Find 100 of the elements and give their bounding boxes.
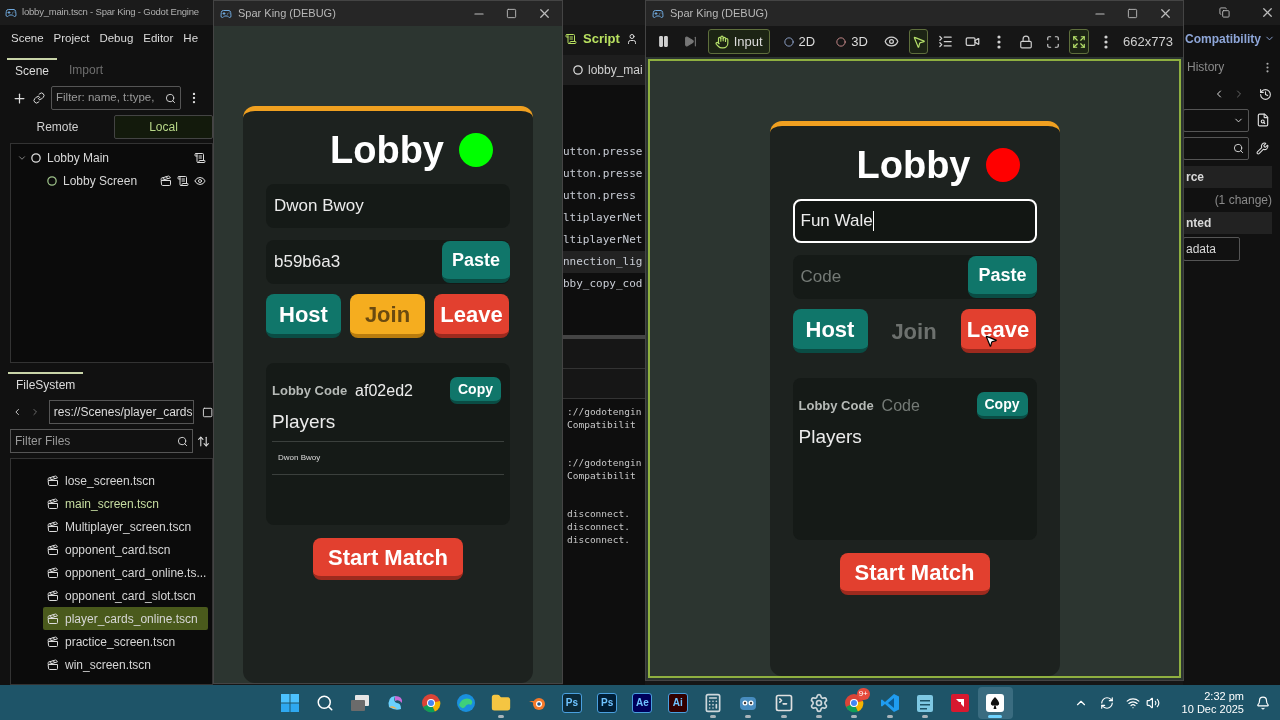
- tree-item[interactable]: Lobby Main: [47, 148, 110, 167]
- join-button[interactable]: Join: [350, 294, 425, 338]
- file-item[interactable]: opponent_card_slot.tscn: [43, 584, 208, 607]
- lobby-code-value[interactable]: af02ed2: [355, 378, 442, 403]
- leave-button[interactable]: Leave: [960, 309, 1036, 353]
- speaker-icon[interactable]: [1145, 695, 1160, 710]
- toolbar-button[interactable]: 3D: [829, 29, 875, 54]
- maximize-icon[interactable]: [1127, 8, 1138, 19]
- start-match-button[interactable]: Start Match: [313, 538, 463, 580]
- code-value[interactable]: b59b6a3: [274, 249, 341, 275]
- wifi-icon[interactable]: [1125, 695, 1140, 710]
- section-header[interactable]: nted: [1183, 212, 1272, 234]
- taskbar-button[interactable]: [977, 686, 1013, 719]
- toolbar-button[interactable]: [1069, 29, 1090, 54]
- paste-button[interactable]: Paste: [968, 256, 1037, 298]
- section-header[interactable]: rce: [1183, 166, 1272, 188]
- name-field[interactable]: Fun Wale: [792, 199, 1037, 243]
- file-item[interactable]: player_cards_online.tscn: [43, 607, 208, 630]
- paste-button[interactable]: Paste: [441, 241, 510, 283]
- node-icon: [31, 152, 41, 163]
- lock-icon: [1018, 34, 1033, 49]
- tools-icon[interactable]: [1256, 141, 1269, 155]
- notification-icon[interactable]: [1256, 695, 1270, 710]
- dock-tab[interactable]: Scene: [7, 58, 58, 82]
- app-tile-button[interactable]: Ai: [660, 686, 696, 719]
- app-tile-button[interactable]: Ps: [589, 686, 625, 719]
- running-indicator: [921, 714, 928, 718]
- task-view-icon: [350, 693, 371, 712]
- running-indicator: [851, 714, 858, 718]
- sort-icon[interactable]: [197, 434, 210, 448]
- output-line: disconnect.: [567, 533, 631, 546]
- scene-icon: [47, 497, 59, 510]
- history-tab[interactable]: History: [1187, 58, 1225, 76]
- close-icon[interactable]: [537, 6, 552, 21]
- file-item[interactable]: win_screen.tscn: [43, 653, 208, 676]
- person-icon: [625, 32, 638, 45]
- node-icon: [47, 175, 57, 186]
- mode-toggle[interactable]: Local: [114, 114, 213, 139]
- taskbar-button[interactable]: 9+: [836, 686, 872, 719]
- file-item[interactable]: opponent_card.tscn: [43, 538, 208, 561]
- logo-tile-icon: [950, 692, 971, 713]
- eye-icon: [194, 174, 206, 187]
- menu-item[interactable]: Scene: [11, 29, 44, 48]
- toolbar-button[interactable]: 2D: [776, 29, 823, 54]
- more-icon: [1104, 34, 1109, 49]
- lobby-code-placeholder[interactable]: Code: [881, 393, 969, 418]
- app-tile-button[interactable]: Ae: [624, 686, 660, 719]
- menu-item[interactable]: Editor: [143, 29, 174, 48]
- scene-icon: [47, 566, 59, 579]
- host-button[interactable]: Host: [792, 309, 868, 353]
- output-line: disconnect.: [567, 520, 631, 533]
- file-item[interactable]: opponent_card_online.ts...: [43, 561, 208, 584]
- node-icon: [573, 65, 583, 75]
- running-indicator: [710, 714, 717, 718]
- toolbar-button[interactable]: Input: [707, 29, 770, 54]
- script-icon: [565, 32, 577, 45]
- close-icon[interactable]: [1260, 5, 1275, 20]
- tree-item[interactable]: Lobby Screen: [63, 171, 138, 190]
- history-icon[interactable]: [1259, 87, 1272, 101]
- path-field[interactable]: res://Scenes/player_cards: [48, 400, 194, 424]
- toolbar-button[interactable]: [908, 29, 929, 54]
- output-line: ://godotengin: [567, 405, 643, 418]
- maximize-icon[interactable]: [506, 8, 517, 19]
- renderer-dropdown[interactable]: Compatibility: [1185, 29, 1261, 48]
- copy-button[interactable]: Copy: [450, 377, 501, 404]
- doc-icon[interactable]: [1256, 113, 1270, 127]
- copy-button[interactable]: Copy: [976, 392, 1028, 419]
- script-tab[interactable]: Script: [583, 28, 620, 49]
- menu-item[interactable]: He: [183, 29, 199, 48]
- app-tile-button[interactable]: Ps: [554, 686, 590, 719]
- dock-tab[interactable]: Import: [61, 58, 112, 82]
- file-item[interactable]: lose_screen.tscn: [43, 469, 208, 492]
- file-item[interactable]: Multiplayer_screen.tscn: [43, 515, 208, 538]
- add-icon[interactable]: [12, 90, 27, 106]
- clock[interactable]: 2:32 pm 10 Dec 2025: [1181, 689, 1244, 716]
- link-icon[interactable]: [33, 92, 45, 104]
- menu-item[interactable]: Project: [53, 29, 90, 48]
- code-placeholder[interactable]: Code: [800, 264, 842, 290]
- dock-tab[interactable]: FileSystem: [8, 372, 84, 396]
- menu-item[interactable]: Debug: [99, 29, 134, 48]
- leave-button[interactable]: Leave: [434, 294, 509, 338]
- close-icon[interactable]: [1158, 6, 1173, 21]
- step-icon: [684, 35, 698, 48]
- folder-icon: [491, 692, 512, 713]
- name-field[interactable]: Dwon Bwoy: [266, 184, 510, 228]
- scene-icon: [47, 658, 59, 671]
- camera-icon: [964, 34, 980, 49]
- start-match-button[interactable]: Start Match: [839, 553, 990, 595]
- restore-icon[interactable]: [1219, 7, 1230, 18]
- host-button[interactable]: Host: [266, 294, 341, 338]
- panel-icon[interactable]: [201, 405, 213, 419]
- window-title: Spar King (DEBUG): [670, 6, 768, 22]
- file-item[interactable]: main_screen.tscn: [43, 492, 208, 515]
- sync-icon[interactable]: [1099, 695, 1114, 710]
- search-icon: [1233, 142, 1244, 154]
- mode-toggle[interactable]: Remote: [8, 114, 107, 139]
- filter-field[interactable]: Filter: name, t:type,: [51, 86, 181, 110]
- file-filter-field[interactable]: Filter Files: [10, 429, 193, 453]
- lobby-code-label: Lobby Code: [272, 381, 348, 400]
- file-item[interactable]: practice_screen.tscn: [43, 630, 208, 653]
